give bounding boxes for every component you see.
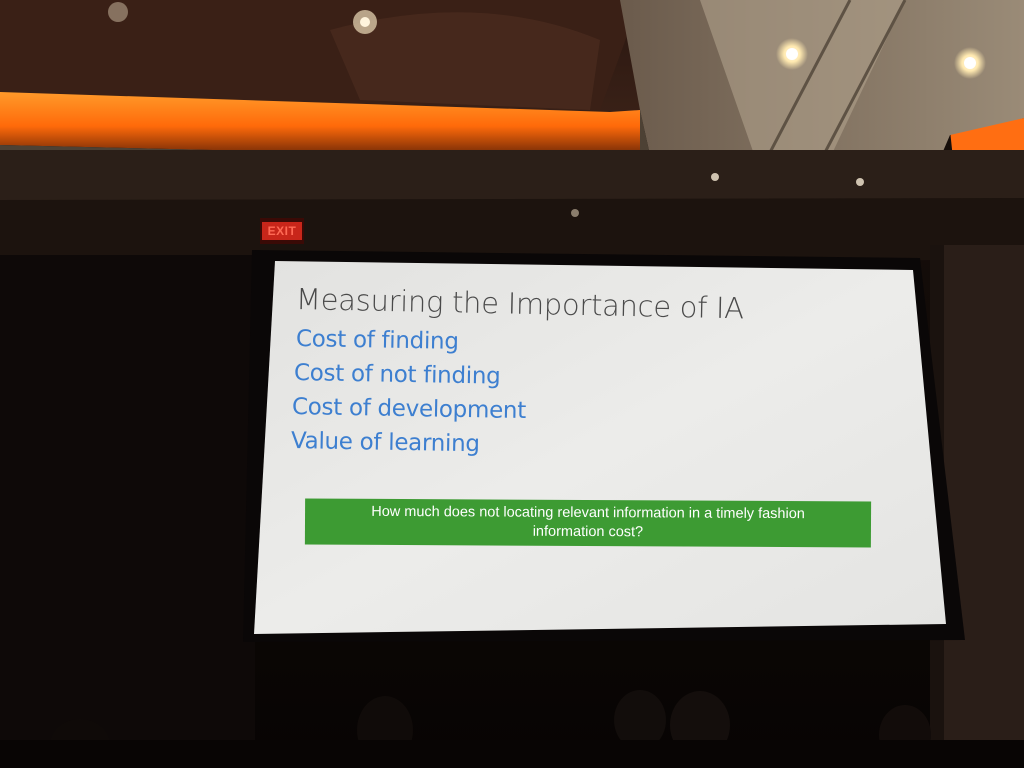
bullet-cost-of-finding: Cost of finding — [295, 326, 459, 355]
exit-sign-label: EXIT — [267, 224, 297, 238]
callout-box: How much does not locating relevant info… — [304, 498, 872, 548]
slide: EXIT Measuring the Importance of IA Cost… — [0, 0, 1024, 768]
slide-title: Measuring the Importance of IA — [295, 282, 745, 326]
bullet-cost-of-not-finding: Cost of not finding — [293, 360, 501, 390]
callout-text: How much does not locating relevant info… — [371, 503, 805, 541]
bullet-value-of-learning: Value of learning — [290, 428, 480, 458]
bullet-cost-of-development: Cost of development — [291, 394, 527, 425]
